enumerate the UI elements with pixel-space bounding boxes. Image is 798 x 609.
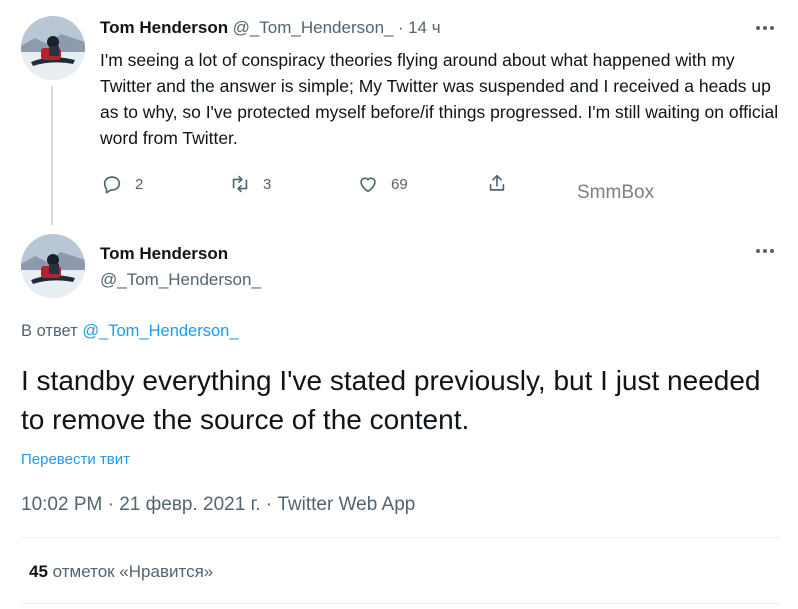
reply-prefix: В ответ: [21, 322, 78, 340]
author-name[interactable]: Tom Henderson: [100, 18, 228, 37]
tweet-header: Tom Henderson @_Tom_Henderson_ · 14 ч: [100, 18, 441, 38]
watermark: SmmBox: [577, 182, 655, 203]
divider: [21, 537, 781, 538]
retweet-button[interactable]: 3: [229, 173, 271, 195]
avatar-image: [21, 234, 85, 298]
avatar[interactable]: [21, 234, 85, 298]
share-icon: [489, 174, 505, 191]
author-handle[interactable]: @_Tom_Henderson_: [233, 18, 394, 37]
reply-count: 2: [135, 175, 144, 193]
reply-icon: [103, 176, 121, 194]
tweet-text: I standby everything I've stated previou…: [21, 365, 761, 435]
author-name[interactable]: Tom Henderson: [100, 244, 228, 264]
like-count: 69: [391, 175, 408, 193]
thread-line: [51, 86, 53, 225]
likes-label: отметок «Нравится»: [52, 562, 214, 581]
share-button[interactable]: [486, 172, 508, 194]
tweet-time[interactable]: 14 ч: [408, 18, 441, 37]
like-icon: [360, 177, 376, 193]
avatar[interactable]: [21, 16, 85, 80]
avatar-image: [21, 16, 85, 80]
reply-context: В ответ @_Tom_Henderson_: [21, 322, 239, 341]
likes-count: 45: [29, 562, 48, 581]
reply-button[interactable]: 2: [101, 173, 143, 195]
more-icon[interactable]: [753, 244, 777, 258]
tweet-timestamp[interactable]: 10:02 PM · 21 февр. 2021 г. · Twitter We…: [21, 494, 415, 516]
retweet-count: 3: [263, 175, 272, 193]
divider: [21, 603, 781, 604]
more-icon[interactable]: [753, 21, 777, 35]
like-button[interactable]: 69: [357, 173, 408, 195]
likes-summary[interactable]: 45 отметок «Нравится»: [29, 562, 213, 582]
time-separator: ·: [397, 18, 404, 37]
tweet-text: I'm seeing a lot of conspiracy theories …: [100, 50, 779, 148]
author-handle[interactable]: @_Tom_Henderson_: [100, 270, 261, 290]
retweet-icon: [232, 175, 248, 193]
translate-link[interactable]: Перевести твит: [21, 451, 130, 468]
reply-to-link[interactable]: @_Tom_Henderson_: [82, 322, 238, 340]
